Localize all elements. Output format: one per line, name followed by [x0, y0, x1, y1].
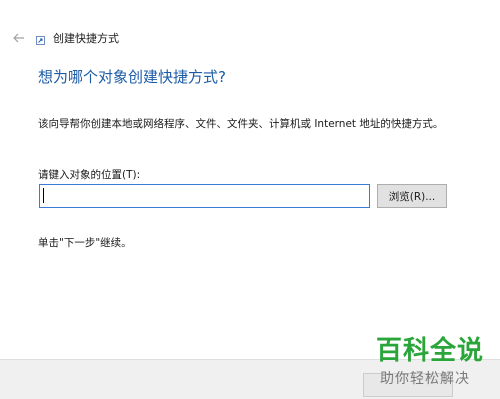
- location-label: 请键入对象的位置(T):: [38, 169, 141, 181]
- description-text: 该向导帮你创建本地或网络程序、文件、文件夹、计算机或 Internet 地址的快…: [38, 118, 444, 130]
- page-heading: 想为哪个对象创建快捷方式?: [38, 68, 226, 86]
- shortcut-icon: [36, 36, 45, 45]
- wizard-title: 创建快捷方式: [53, 32, 119, 45]
- location-input[interactable]: [39, 184, 370, 208]
- create-shortcut-wizard: 创建快捷方式 想为哪个对象创建快捷方式? 该向导帮你创建本地或网络程序、文件、文…: [0, 0, 500, 399]
- browse-button[interactable]: 浏览(R)...: [377, 184, 447, 208]
- next-step-hint: 单击"下一步"继续。: [38, 237, 132, 249]
- next-button[interactable]: [363, 373, 453, 397]
- back-arrow-icon[interactable]: [10, 30, 28, 46]
- text-caret: [43, 188, 44, 203]
